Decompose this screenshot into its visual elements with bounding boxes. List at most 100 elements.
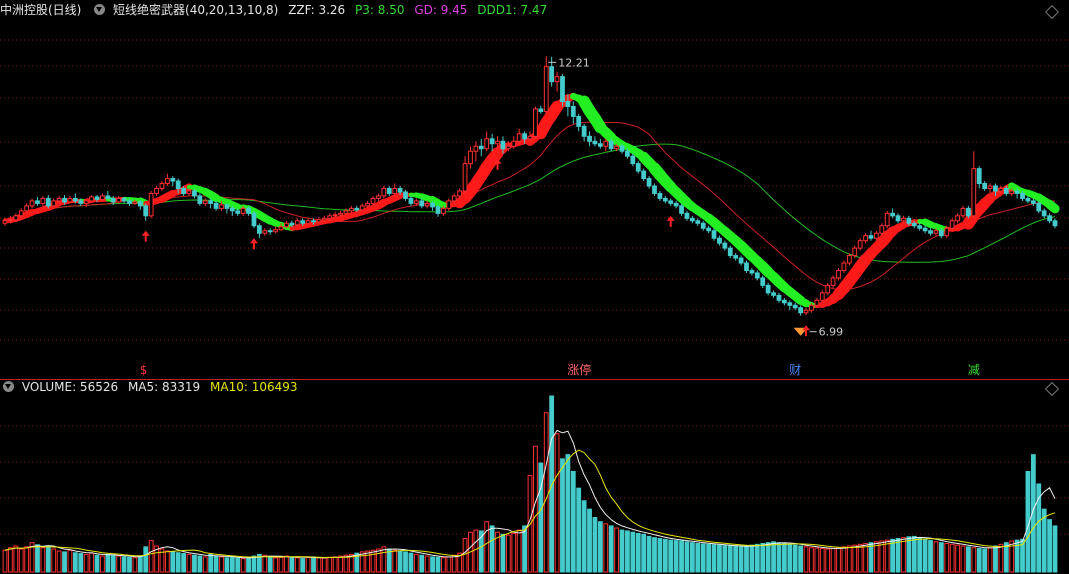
volume-bar: [430, 556, 435, 573]
volume-bar: [928, 540, 933, 573]
signal-tag: 涨停: [567, 362, 591, 377]
volume-bar: [2, 549, 8, 573]
volume-bar: [94, 554, 100, 573]
candle-body: [581, 125, 587, 137]
volume-bar: [873, 541, 879, 573]
candle-body: [386, 187, 392, 194]
candle-body: [733, 255, 739, 259]
candle-body: [938, 230, 944, 237]
candle-body: [803, 309, 809, 314]
candle-body: [348, 207, 354, 212]
candle-body: [278, 226, 284, 231]
candle-body: [40, 197, 46, 204]
candle-body: [673, 202, 679, 207]
candle-body: [781, 299, 787, 304]
candle-body: [825, 284, 831, 294]
candle-body: [365, 202, 371, 207]
volume-bar: [673, 540, 679, 573]
volume-bar: [143, 546, 149, 573]
volume-bar: [733, 545, 739, 573]
volume-bar: [901, 537, 906, 573]
candle-body: [354, 207, 360, 211]
candle-body: [846, 255, 852, 264]
volume-bar: [982, 548, 988, 573]
signal-tag: $: [140, 363, 148, 377]
candle-body: [489, 138, 495, 145]
volume-bar: [625, 530, 630, 573]
candle-body: [235, 210, 241, 214]
candle-body: [468, 150, 473, 165]
candle-body: [127, 200, 132, 204]
volume-bar: [706, 543, 712, 573]
volume-bar: [744, 545, 749, 573]
candle-body: [641, 170, 647, 180]
candle-body: [516, 133, 522, 142]
volume-bar: [944, 543, 950, 573]
volume-bar: [208, 553, 214, 573]
candle-body: [267, 230, 273, 233]
candle-body: [29, 200, 35, 207]
volume-bar: [316, 557, 322, 573]
volume-bar: [273, 557, 279, 573]
candle-body: [284, 222, 289, 228]
high-label: 12.21: [558, 56, 590, 69]
candle-body: [51, 200, 57, 207]
candle-body: [949, 220, 955, 229]
candle-body: [657, 192, 663, 199]
candle-body: [760, 277, 766, 286]
volume-bar: [722, 545, 728, 573]
candle-body: [89, 196, 94, 202]
volume-bar: [332, 556, 338, 573]
volume-bar: [229, 556, 235, 573]
candle-body: [522, 133, 527, 140]
volume-bar: [392, 549, 398, 573]
volume-bar: [576, 487, 582, 573]
candle-body: [884, 212, 890, 227]
candle-body: [798, 307, 804, 314]
candle-body: [928, 230, 933, 234]
volume-bar: [170, 551, 176, 573]
candle-body: [246, 207, 251, 214]
candle-body: [527, 135, 533, 140]
ma-long-line: [4, 143, 1056, 263]
volume-bar: [67, 549, 73, 573]
candle-body: [435, 206, 441, 214]
candle-body: [332, 214, 338, 217]
volume-bar: [911, 535, 917, 573]
candle-body: [56, 197, 62, 202]
candle-body: [830, 277, 836, 286]
candle-body: [879, 225, 885, 234]
candle-body: [971, 168, 977, 217]
candle-body: [137, 201, 143, 207]
volume-bar: [462, 537, 468, 573]
candle-body: [792, 304, 798, 309]
candle-body: [744, 262, 749, 271]
low-label: 6.99: [819, 326, 844, 339]
volume-bar: [278, 556, 284, 573]
candle-body: [771, 292, 776, 296]
volume-bar: [841, 546, 847, 573]
candle-body: [955, 215, 960, 222]
volume-bar: [289, 556, 295, 573]
candle-body: [749, 269, 755, 274]
volume-bar: [689, 542, 695, 573]
volume-bar: [1003, 542, 1009, 573]
volume-bar: [549, 395, 555, 573]
candle-body: [500, 140, 506, 150]
candle-body: [441, 207, 446, 214]
volume-bar: [386, 548, 392, 573]
volume-bar: [641, 533, 647, 573]
candle-body: [841, 262, 847, 271]
candle-body: [538, 108, 544, 112]
candle-body: [154, 187, 159, 194]
trend-ribbon-segment: [1044, 199, 1060, 214]
candle-body: [457, 190, 463, 197]
candle-body: [993, 185, 998, 192]
candle-body: [689, 217, 695, 222]
candle-body: [625, 150, 630, 157]
volume-bar: [516, 529, 522, 573]
volume-bar: [717, 544, 722, 573]
candle-body: [565, 101, 571, 107]
volume-bar: [219, 556, 224, 573]
volume-bar: [365, 550, 371, 573]
